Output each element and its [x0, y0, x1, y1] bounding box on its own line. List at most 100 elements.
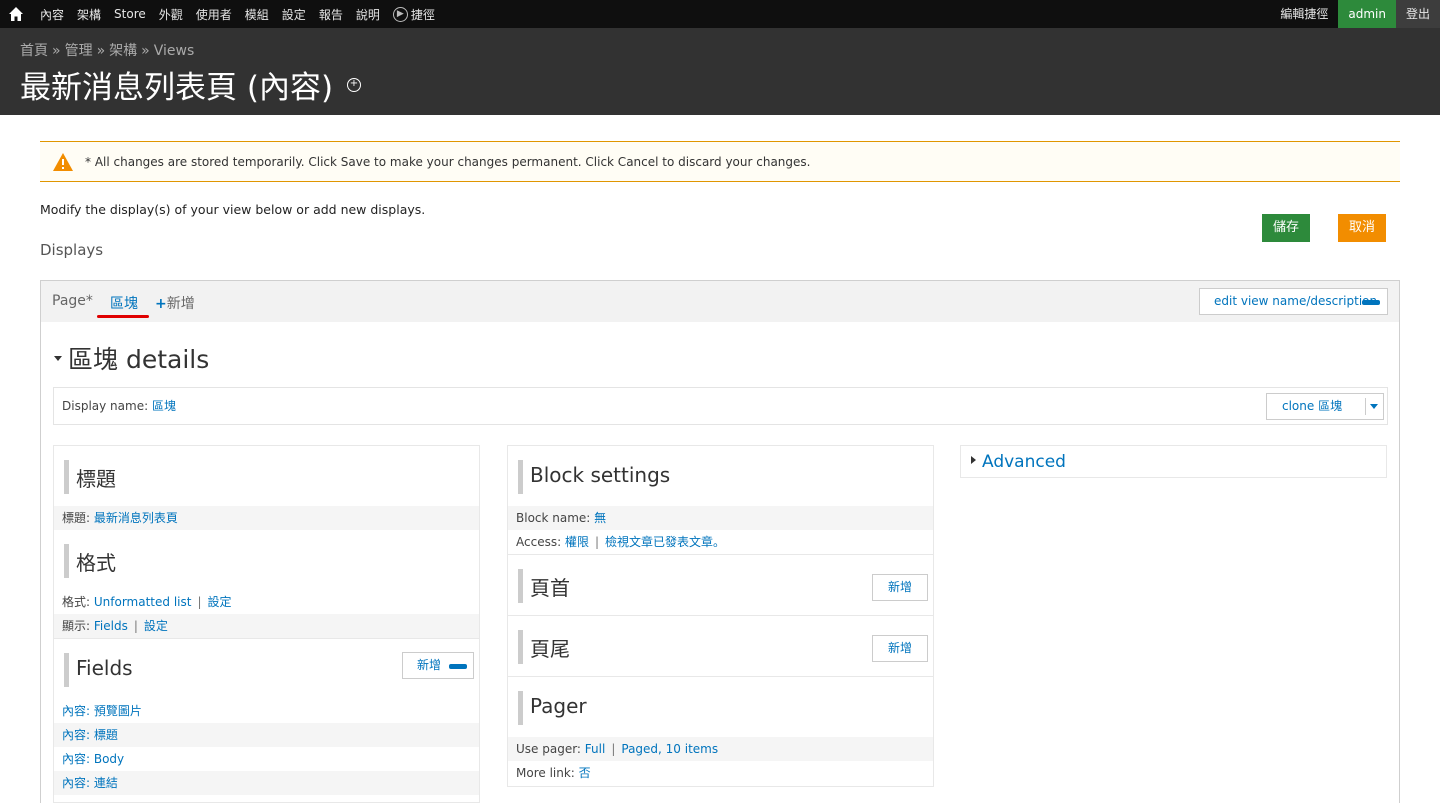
- display-name-bar: Display name: 區塊 clone 區塊: [53, 387, 1388, 425]
- field-row: 內容: 標題: [54, 723, 479, 747]
- add-field-button[interactable]: 新增: [402, 652, 474, 679]
- shortcuts-toggle[interactable]: ▶ 捷徑: [392, 6, 448, 23]
- section-bar: [518, 691, 523, 725]
- advanced-toggle[interactable]: Advanced: [971, 452, 1066, 472]
- tab-page[interactable]: Page*: [52, 293, 93, 309]
- breadcrumb-separator: »: [52, 43, 61, 59]
- menu-item-config[interactable]: 設定: [282, 6, 306, 23]
- block-settings-label: Block settings: [530, 463, 671, 487]
- show-row: 顯示: Fields | 設定: [54, 614, 479, 638]
- breadcrumb-admin[interactable]: 管理: [65, 43, 93, 59]
- section-bar: [64, 544, 69, 578]
- page-header: 首頁» 管理» 架構» Views 最新消息列表頁 (內容) +: [0, 28, 1440, 115]
- breadcrumb-views[interactable]: Views: [154, 43, 195, 59]
- separator: |: [594, 535, 600, 549]
- block-settings-header: Block settings: [508, 446, 933, 506]
- title-value-link[interactable]: 最新消息列表頁: [94, 511, 178, 525]
- show-value-link[interactable]: Fields: [94, 619, 128, 633]
- dropdown-icon[interactable]: [1362, 300, 1380, 305]
- menu-item-content[interactable]: 內容: [40, 6, 64, 23]
- block-name-link[interactable]: 無: [594, 511, 606, 525]
- details-heading[interactable]: 區塊 details: [54, 340, 209, 376]
- show-label: 顯示:: [62, 619, 91, 633]
- add-shortcut-icon[interactable]: +: [347, 78, 361, 92]
- user-account-link[interactable]: admin: [1338, 0, 1396, 28]
- collapse-arrow-icon: [54, 355, 62, 361]
- edit-shortcuts-link[interactable]: 編輯捷徑: [1270, 0, 1338, 28]
- advanced-label: Advanced: [982, 452, 1066, 472]
- breadcrumb-structure[interactable]: 架構: [109, 43, 137, 59]
- access-detail-link[interactable]: 檢視文章已發表文章。: [605, 535, 725, 549]
- field-row: 內容: 連結: [54, 771, 479, 795]
- use-pager-row: Use pager: Full | Paged, 10 items: [508, 737, 933, 761]
- logout-link[interactable]: 登出: [1395, 0, 1440, 28]
- title-label: 標題:: [62, 511, 91, 525]
- header-section-label: 頁首: [530, 576, 570, 600]
- field-row: 內容: Body: [54, 747, 479, 771]
- more-link-value[interactable]: 否: [579, 766, 591, 780]
- cancel-button[interactable]: 取消: [1338, 214, 1386, 242]
- menu-item-structure[interactable]: 架構: [77, 6, 101, 23]
- menu-item-appearance[interactable]: 外觀: [159, 6, 183, 23]
- save-button[interactable]: 儲存: [1262, 214, 1310, 242]
- footer-section-label: 頁尾: [530, 637, 570, 661]
- tab-block[interactable]: 區塊: [110, 293, 138, 313]
- toolbar-user-area: 編輯捷徑 admin 登出: [1270, 0, 1440, 28]
- intro-text: Modify the display(s) of your view below…: [40, 202, 426, 217]
- add-header-button[interactable]: 新增: [872, 574, 928, 601]
- section-bar: [518, 569, 523, 603]
- field-link[interactable]: 內容: 標題: [62, 728, 118, 742]
- edit-view-name-button[interactable]: edit view name/description: [1199, 288, 1388, 315]
- separator: |: [611, 742, 616, 756]
- home-icon[interactable]: [8, 6, 24, 22]
- clone-label: clone 區塊: [1282, 399, 1343, 413]
- section-bar: [64, 460, 69, 494]
- column-basic-settings: 標題 標題: 最新消息列表頁 格式 格式: Unformatted list | 設…: [53, 445, 480, 803]
- field-row: 內容: 預覽圖片: [54, 699, 479, 723]
- menu-item-modules[interactable]: 模組: [245, 6, 269, 23]
- display-name-label: Display name:: [62, 399, 149, 413]
- warning-message: * All changes are stored temporarily. Cl…: [40, 141, 1400, 182]
- pager-section-label: Pager: [530, 694, 587, 718]
- format-settings-link[interactable]: 設定: [208, 595, 232, 609]
- shortcuts-arrow-icon: ▶: [392, 6, 408, 22]
- menu-item-people[interactable]: 使用者: [196, 6, 232, 23]
- block-name-row: Block name: 無: [508, 506, 933, 530]
- display-name-link[interactable]: 區塊: [152, 399, 176, 413]
- fields-section-header: Fields 新增: [54, 639, 479, 699]
- section-bar: [518, 630, 523, 664]
- page-title: 最新消息列表頁 (內容): [20, 70, 334, 106]
- add-footer-button[interactable]: 新增: [872, 635, 928, 662]
- tab-add-label: 新增: [166, 296, 195, 312]
- format-label: 格式:: [62, 595, 91, 609]
- block-name-label: Block name:: [516, 511, 591, 525]
- use-pager-link[interactable]: Full: [585, 742, 606, 756]
- tab-add-display[interactable]: +新增: [155, 293, 195, 313]
- pager-section-header: Pager: [508, 677, 933, 737]
- section-bar: [64, 653, 69, 687]
- field-link[interactable]: 內容: 連結: [62, 776, 118, 790]
- breadcrumb-separator: »: [96, 43, 106, 59]
- format-section-label: 格式: [76, 551, 116, 575]
- header-section: 頁首 新增: [508, 555, 933, 615]
- column-advanced: Advanced: [960, 445, 1387, 478]
- breadcrumb-home[interactable]: 首頁: [20, 43, 48, 59]
- dropdown-icon[interactable]: [449, 664, 467, 669]
- displays-tabs: Page* 區塊 +新增 edit view name/description: [40, 280, 1400, 323]
- title-section-header: 標題: [54, 446, 479, 506]
- menu-item-help[interactable]: 說明: [356, 6, 380, 23]
- shortcuts-label: 捷徑: [410, 7, 435, 22]
- clone-display-button[interactable]: clone 區塊: [1266, 393, 1384, 420]
- access-value-link[interactable]: 權限: [565, 535, 589, 549]
- toolbar-menu: 內容 架構 Store 外觀 使用者 模組 設定 報告 說明 ▶ 捷徑: [40, 0, 461, 28]
- format-value-link[interactable]: Unformatted list: [94, 595, 192, 609]
- chevron-down-icon[interactable]: [1370, 404, 1378, 409]
- field-link[interactable]: 內容: Body: [62, 752, 124, 766]
- pager-detail-link[interactable]: Paged, 10 items: [621, 742, 718, 756]
- plus-icon: +: [155, 296, 167, 312]
- menu-item-reports[interactable]: 報告: [319, 6, 343, 23]
- menu-item-store[interactable]: Store: [114, 7, 146, 21]
- show-settings-link[interactable]: 設定: [144, 619, 168, 633]
- use-pager-label: Use pager:: [516, 742, 581, 756]
- field-link[interactable]: 內容: 預覽圖片: [62, 704, 142, 718]
